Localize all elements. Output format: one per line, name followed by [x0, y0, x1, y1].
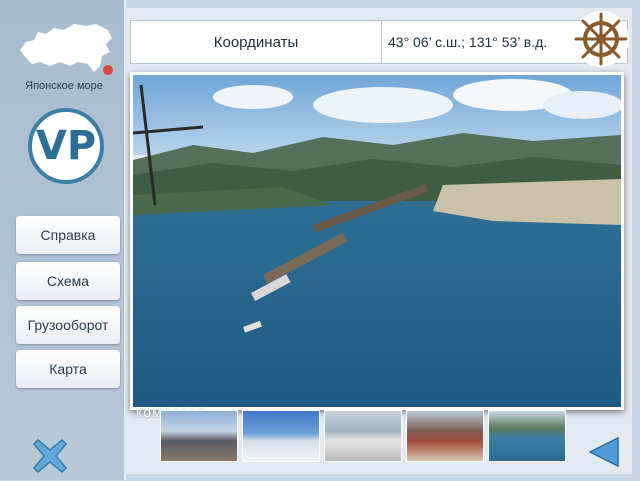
- nav-button-reference[interactable]: Справка: [16, 216, 120, 254]
- thumbnail-harbor-aerial[interactable]: [488, 410, 566, 462]
- coordinates-label: Координаты: [131, 21, 382, 63]
- thumbnail-snowy-bay[interactable]: [242, 410, 320, 462]
- location-marker-icon: [103, 65, 113, 75]
- arrow-left-icon: [588, 436, 619, 468]
- russia-map-icon: [16, 20, 116, 76]
- thumbnail-rail-yard[interactable]: [160, 410, 238, 462]
- close-button[interactable]: [30, 436, 70, 476]
- main-panel: Координаты 43° 06’ с.ш.; 131° 53’ в.д.: [124, 8, 632, 474]
- nav-button-cargo-turnover[interactable]: Грузооборот: [16, 306, 120, 344]
- nav-button-map[interactable]: Карта: [16, 350, 120, 388]
- back-button[interactable]: [586, 434, 622, 470]
- map-caption: Японское море: [25, 80, 103, 92]
- logo-text: VP: [35, 123, 97, 169]
- thumbnail-tanks[interactable]: [324, 410, 402, 462]
- port-aerial-photo: [130, 72, 624, 410]
- coordinates-table: Координаты 43° 06’ с.ш.; 131° 53’ в.д.: [130, 20, 628, 64]
- close-icon: [32, 438, 68, 474]
- ship-wheel-icon: [572, 10, 630, 68]
- sidebar: Японское море VP Справка Схема Грузообор…: [0, 0, 126, 480]
- nav-button-scheme[interactable]: Схема: [16, 262, 120, 300]
- port-logo: VP: [28, 108, 104, 184]
- thumbnail-coal-train[interactable]: [406, 410, 484, 462]
- thumbnail-strip: [160, 410, 566, 462]
